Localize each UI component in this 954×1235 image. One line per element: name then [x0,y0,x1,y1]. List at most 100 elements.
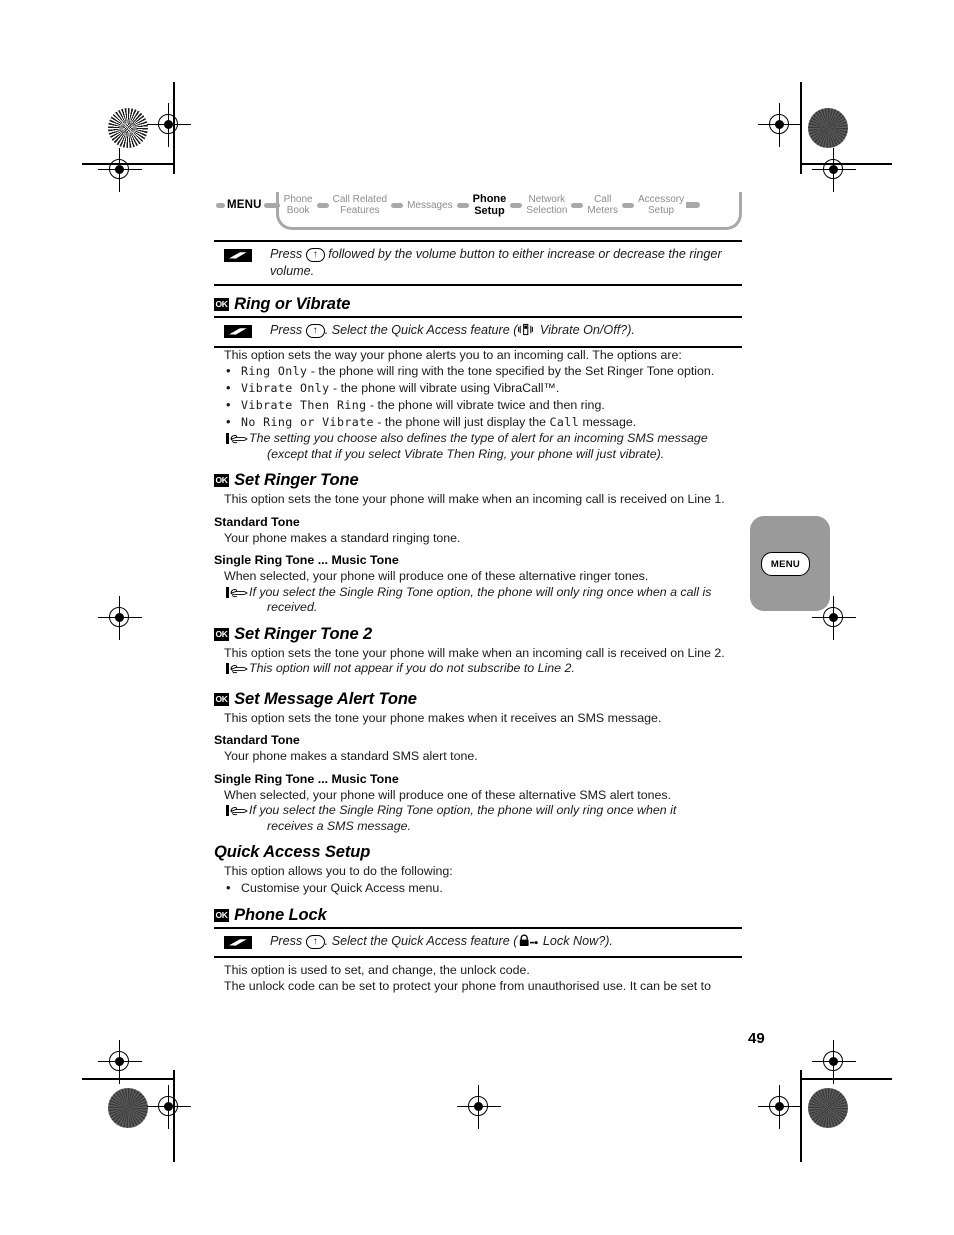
option-code-ring-only: Ring Only [241,364,308,378]
note-line-2: (except that if you select Vibrate Then … [267,446,665,461]
up-key-icon: ↑ [305,248,325,262]
quick-access-setup-intro: This option allows you to do the followi… [224,864,453,878]
callout-ring-or-vibrate-text: Press ↑. Select the Quick Access feature… [270,322,635,341]
ok-badge-icon: OK [214,474,230,487]
ok-badge-icon: OK [214,627,230,641]
up-key-icon: ↑ [305,324,325,338]
halftone-star-target-bottom-right [808,1088,848,1128]
registration-mark-bottom-right-upper [812,1040,856,1084]
breadcrumb-dash-5 [571,202,584,208]
heading-set-message-alert-tone: OK Set Message Alert Tone [214,690,742,709]
registration-mark-bottom-left [147,1085,191,1129]
ok-badge-icon: OK [214,692,230,706]
halftone-star-target-top-right [808,108,848,148]
ring-or-vibrate-intro: This option sets the way your phone aler… [224,347,682,362]
phone-lock-body-line-2: The unlock code can be set to protect yo… [224,978,711,993]
list-item: Ring Only - the phone will ring with the… [224,362,742,380]
registration-mark-top-right-lower [812,148,856,192]
breadcrumb-item-line2: Setup [474,205,505,217]
callout-mid-text: . Select the Quick Access feature ( [324,323,518,337]
breadcrumb-item-messages[interactable]: Messages [405,200,455,211]
set-ringer-tone-music-body: When selected, your phone will produce o… [224,569,649,583]
set-ringer-tone-standard-body: Your phone makes a standard ringing tone… [224,530,461,545]
breadcrumb-dash-6 [621,202,634,208]
breadcrumb-dash-4 [510,202,523,208]
callout-after-text: Lock Now?). [539,933,613,948]
callout-mid-text: . Select the Quick Access feature ( [324,933,518,948]
callout-ringer-volume: Press ↑ followed by the volume button to… [214,240,742,286]
breadcrumb-item-line1: Phone [472,193,507,205]
heading-quick-access-setup-label: Quick Access Setup [214,843,371,861]
list-item: Vibrate Then Ring - the phone will vibra… [224,396,742,414]
note-text: If you select the Single Ring Tone optio… [249,585,711,616]
breadcrumb-item-network-selection[interactable]: Network Selection [524,194,569,216]
breadcrumb-item-line1: Call [594,194,612,205]
breadcrumb-item-phone-setup[interactable]: Phone Setup [471,193,509,217]
option-desc: - the phone will vibrate using VibraCall… [329,381,560,395]
note-ring-or-vibrate: The setting you choose also defines the … [214,431,742,462]
bullet-text: Customise your Quick Access menu. [241,880,443,895]
heading-phone-lock-label: Phone Lock [234,905,327,924]
option-code-no-ring-or-vibrate: No Ring or Vibrate [241,415,374,429]
lightning-bolt-icon [224,935,252,949]
ok-badge-icon: OK [214,298,230,311]
side-tab-menu-label: MENU [761,552,810,576]
option-desc: - the phone will vibrate twice and then … [366,398,605,412]
subheading-standard-tone: Standard Tone [214,514,300,529]
up-key-icon: ↑ [305,934,325,949]
note-set-ringer-tone: If you select the Single Ring Tone optio… [214,585,742,616]
breadcrumb-dash-0 [263,202,280,208]
callout-press-label: Press [270,323,303,337]
breadcrumb-item-call-meters[interactable]: Call Meters [585,194,620,216]
halftone-star-target-top-left [108,108,148,148]
page-number: 49 [748,1030,765,1047]
set-message-alert-music-body: When selected, your phone will produce o… [224,787,672,802]
subheading-single-ring-tone-music-tone: Single Ring Tone ... Music Tone [214,553,399,567]
heading-ring-or-vibrate: OK Ring or Vibrate [214,295,742,314]
list-item: Vibrate Only - the phone will vibrate us… [224,379,742,397]
vibrate-phone-icon [518,323,535,339]
option-desc-pre: - the phone will just display the [373,415,550,429]
pointing-hand-icon [226,432,248,451]
breadcrumb-item-line1: Accessory [637,194,685,205]
breadcrumb-item-accessory-setup[interactable]: Accessory Setup [636,194,686,216]
callout-press-label: Press [270,933,303,948]
set-ringer-tone-intro: This option sets the tone your phone wil… [224,492,725,506]
breadcrumb: MENU Phone Book Call Related Features Me… [214,190,742,234]
set-ringer-tone-2-intro: This option sets the tone your phone wil… [224,645,725,660]
option-code-call: Call [549,415,580,429]
heading-quick-access-setup: Quick Access Setup [214,843,742,862]
registration-mark-top-right [758,103,802,147]
breadcrumb-item-line1: Network [528,194,566,205]
halftone-star-target-bottom-left [108,1088,148,1128]
note-line-2: receives a SMS message. [267,818,411,833]
note-line-1: This option will not appear if you do no… [249,661,575,675]
padlock-icon [518,933,539,950]
registration-mark-bottom-right [758,1085,802,1129]
side-tab-menu[interactable]: MENU [750,516,830,611]
note-set-message-alert-tone: If you select the Single Ring Tone optio… [214,803,742,834]
breadcrumb-dash-start [216,202,225,208]
subheading-single-ring-tone-music-tone-sms: Single Ring Tone ... Music Tone [214,771,399,786]
breadcrumb-item-line2: Book [286,205,310,216]
callout-phone-lock: Press ↑. Select the Quick Access feature… [214,926,742,958]
note-line-1: The setting you choose also defines the … [249,431,708,445]
option-code-vibrate-only: Vibrate Only [241,381,330,395]
lightning-bolt-icon [224,249,252,262]
pointing-hand-icon [226,662,248,681]
callout-after-text: Vibrate On/Off?). [536,323,635,337]
breadcrumb-item-line1: Call Related [332,194,388,205]
callout-press-label: Press [270,247,303,261]
subheading-standard-tone-sms: Standard Tone [214,733,300,747]
heading-set-ringer-tone-label: Set Ringer Tone [234,471,359,489]
note-line-2: received. [267,600,318,614]
breadcrumb-item-phone-book[interactable]: Phone Book [282,194,315,216]
breadcrumb-item-call-related-features[interactable]: Call Related Features [331,194,389,216]
callout-ringer-volume-text: Press ↑ followed by the volume button to… [270,246,742,279]
breadcrumb-item-line1: Phone [283,194,313,205]
registration-mark-top-left-lower [98,148,142,192]
breadcrumb-item-line1: Messages [407,199,453,211]
heading-set-ringer-tone: OK Set Ringer Tone [214,471,742,490]
breadcrumb-dash-3 [456,202,469,208]
note-set-ringer-tone-2: This option will not appear if you do no… [214,661,742,681]
